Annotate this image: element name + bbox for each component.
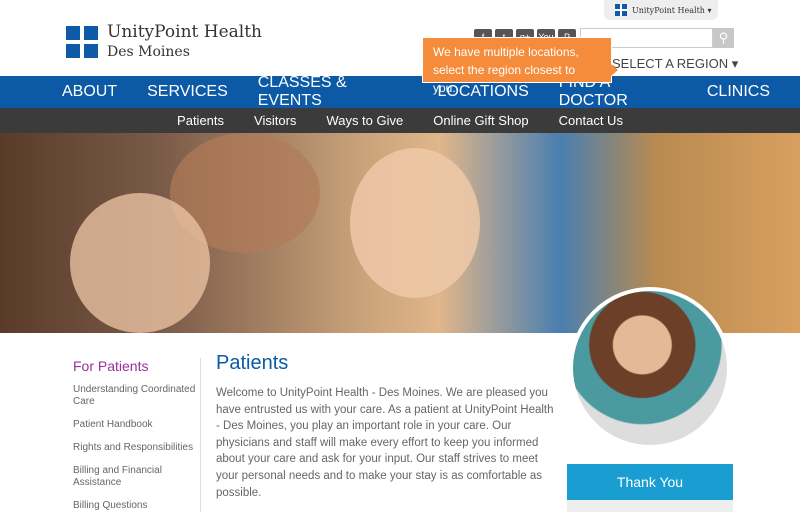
patient-photo [569, 287, 731, 449]
subnav-patients[interactable]: Patients [177, 113, 224, 128]
sidebar-item-coordinated-care[interactable]: Understanding Coordinated Care [73, 384, 200, 408]
nav-services[interactable]: SERVICES [147, 83, 228, 101]
logo-cross-icon [66, 26, 98, 58]
intro-text: Welcome to UnityPoint Health - Des Moine… [216, 387, 554, 499]
brand-switcher[interactable]: UnityPoint Health ▾ [604, 0, 718, 20]
thank-you-button[interactable]: Thank You [567, 464, 733, 500]
nav-about[interactable]: ABOUT [62, 83, 117, 101]
subnav-ways-to-give[interactable]: Ways to Give [326, 113, 403, 128]
sidebar-item-rights[interactable]: Rights and Responsibilities [73, 442, 200, 454]
logo-cross-icon [615, 4, 627, 16]
select-region-dropdown[interactable]: SELECT A REGION ▾ [612, 56, 738, 72]
sidebar-title: For Patients [73, 358, 149, 374]
sidebar-item-billing-assistance[interactable]: Billing and Financial Assistance [73, 465, 200, 489]
search-icon[interactable]: ⚲ [713, 28, 734, 48]
logo[interactable]: UnityPoint Health Des Moines [66, 22, 262, 62]
brand-location: Des Moines [107, 44, 190, 60]
sidebar-item-billing-questions[interactable]: Billing Questions [73, 500, 200, 512]
page-title: Patients [216, 352, 289, 374]
main-content: Patients Welcome to UnityPoint Health - … [216, 352, 556, 501]
sub-nav: Patients Visitors Ways to Give Online Gi… [0, 108, 800, 133]
brand-switcher-label: UnityPoint Health [632, 5, 705, 15]
region-tooltip: We have multiple locations, select the r… [422, 37, 618, 95]
subnav-gift-shop[interactable]: Online Gift Shop [433, 113, 528, 128]
nav-classes-events[interactable]: CLASSES & EVENTS [258, 74, 408, 110]
brand-name: UnityPoint Health [107, 22, 262, 42]
nav-clinics[interactable]: CLINICS [707, 83, 770, 101]
subnav-visitors[interactable]: Visitors [254, 113, 296, 128]
main-nav: ABOUT SERVICES CLASSES & EVENTS LOCATION… [0, 74, 800, 110]
header: UnityPoint Health Des Moines UnityPoint … [0, 0, 800, 95]
subnav-contact[interactable]: Contact Us [559, 113, 623, 128]
sidebar-item-handbook[interactable]: Patient Handbook [73, 419, 200, 431]
sidebar: For Patients Understanding Coordinated C… [73, 358, 201, 512]
callout-body [567, 500, 733, 512]
